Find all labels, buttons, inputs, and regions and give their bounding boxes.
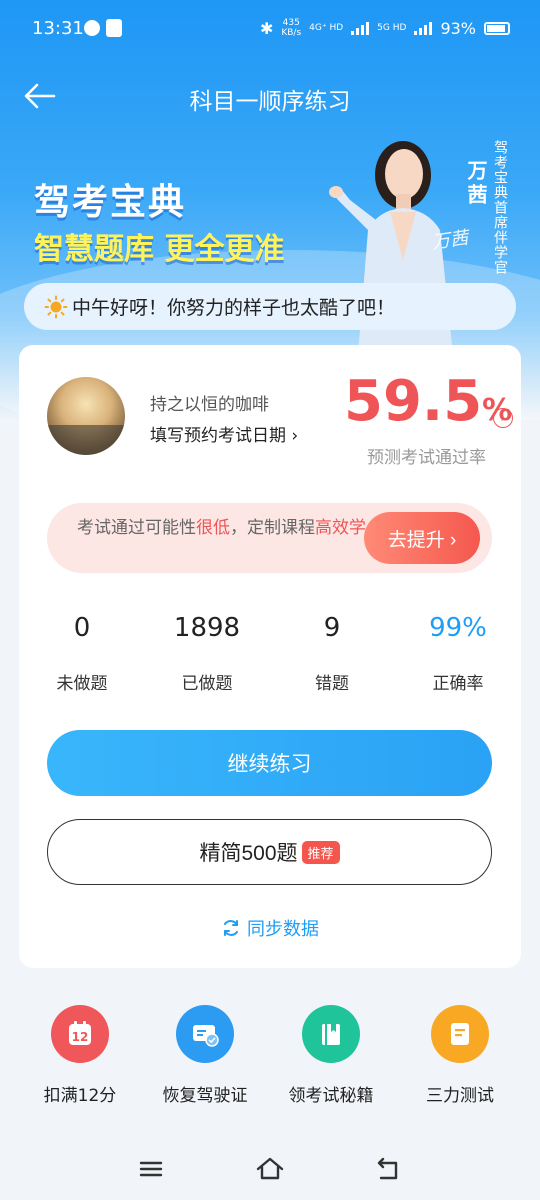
stat-label: 错题 [315, 674, 349, 694]
quick-action-three-skills-test[interactable]: 三力测试 [400, 1005, 520, 1106]
simple-500-label: 精简500题 [199, 842, 298, 865]
svg-text:12: 12 [72, 1030, 89, 1044]
quick-action-label: 三力测试 [426, 1086, 494, 1106]
signal-icon-1 [351, 21, 370, 35]
return-icon[interactable] [374, 1154, 404, 1184]
status-time: 13:31 [32, 18, 84, 39]
stat-label: 未做题 [56, 674, 108, 694]
license-card-icon [176, 1005, 234, 1063]
quick-action-restore-license[interactable]: 恢复驾驶证 [145, 1005, 265, 1106]
sync-data-link[interactable]: 同步数据 [19, 915, 521, 941]
battery-icon [484, 21, 510, 35]
system-nav-bar [0, 1140, 540, 1200]
stat-label: 已做题 [181, 674, 233, 694]
hint-text: 考试通过可能性很低，定制课程高效学 [77, 518, 366, 538]
pass-rate-value[interactable]: 59.5% [344, 369, 512, 434]
stat-value: 1898 [173, 613, 241, 643]
battery-percent: 93% [440, 18, 476, 38]
signal-icon-2 [414, 21, 433, 35]
status-indicators: ✱ 435 KB/s 4G⁺ HD 5G HD 93% [260, 18, 510, 38]
avatar[interactable] [47, 377, 125, 455]
calendar-12-icon: 12 [51, 1005, 109, 1063]
network-label-1: 4G⁺ HD [309, 23, 344, 33]
stat-wrong[interactable]: 9 错题 [272, 613, 392, 694]
continue-practice-button[interactable]: 继续练习 [47, 730, 492, 796]
user-nickname: 持之以恒的咖啡 [150, 395, 269, 415]
spokesperson-name: 万茜 [464, 160, 488, 208]
stat-value: 0 [73, 613, 91, 643]
status-bar: 13:31 ✱ 435 KB/s 4G⁺ HD 5G HD 93% [0, 0, 540, 56]
quick-action-label: 恢复驾驶证 [162, 1086, 248, 1106]
exam-date-link[interactable]: 填写预约考试日期 › [150, 421, 298, 446]
bluetooth-icon: ✱ [259, 18, 274, 38]
book-icon [302, 1005, 360, 1063]
stat-label: 正确率 [432, 674, 484, 694]
document-icon [431, 1005, 489, 1063]
home-icon[interactable] [255, 1154, 285, 1184]
stat-accuracy[interactable]: 99% 正确率 [398, 613, 518, 694]
recommend-badge: 推荐 [301, 840, 340, 864]
quick-action-label: 扣满12分 [43, 1086, 117, 1106]
stat-value: 9 [323, 613, 341, 643]
spokesperson-signature: 万茜 [430, 227, 470, 254]
greeting-text: 中午好呀！你努力的样子也太酷了吧！ [72, 297, 396, 319]
sync-icon [224, 920, 238, 936]
spokesperson-role: 驾考宝典首席伴学官 [492, 140, 508, 275]
quick-action-label: 领考试秘籍 [288, 1086, 374, 1106]
stats-row: 0 未做题 1898 已做题 9 错题 99% 正确率 [19, 613, 521, 694]
stat-undone[interactable]: 0 未做题 [22, 613, 142, 694]
menu-icon[interactable] [136, 1154, 166, 1184]
pass-rate-label: 预测考试通过率 [367, 448, 486, 468]
app-notification-icon [106, 19, 122, 37]
quick-actions: 12 扣满12分 恢复驾驶证 领考试秘籍 三力测试 [0, 1005, 540, 1115]
greeting-bar: 中午好呀！你努力的样子也太酷了吧！ [24, 283, 516, 330]
pass-rate-arrow-icon[interactable]: › [493, 408, 513, 428]
quick-action-exam-guide[interactable]: 领考试秘籍 [271, 1005, 391, 1106]
banner-subtitle: 智慧题库 更全更准 [34, 232, 285, 267]
network-speed: 435 KB/s [281, 18, 302, 38]
improve-button[interactable]: 去提升 › [364, 512, 480, 564]
quick-action-deduct12[interactable]: 12 扣满12分 [20, 1005, 140, 1106]
simple-500-button[interactable]: 精简500题 推荐 [47, 819, 492, 885]
nav-bar: 科目一顺序练习 [0, 72, 540, 122]
sun-icon [44, 295, 68, 318]
banner-title: 驾考宝典 [34, 182, 187, 223]
practice-card: 持之以恒的咖啡 填写预约考试日期 › 59.5% › 预测考试通过率 考试通过可… [19, 345, 521, 968]
network-label-2: 5G HD [377, 23, 407, 33]
wechat-icon [84, 20, 100, 36]
stat-done[interactable]: 1898 已做题 [147, 613, 267, 694]
stat-value: 99% [429, 613, 487, 643]
page-title: 科目一顺序练习 [189, 89, 351, 115]
improve-hint: 考试通过可能性很低，定制课程高效学 去提升 › [47, 503, 492, 573]
